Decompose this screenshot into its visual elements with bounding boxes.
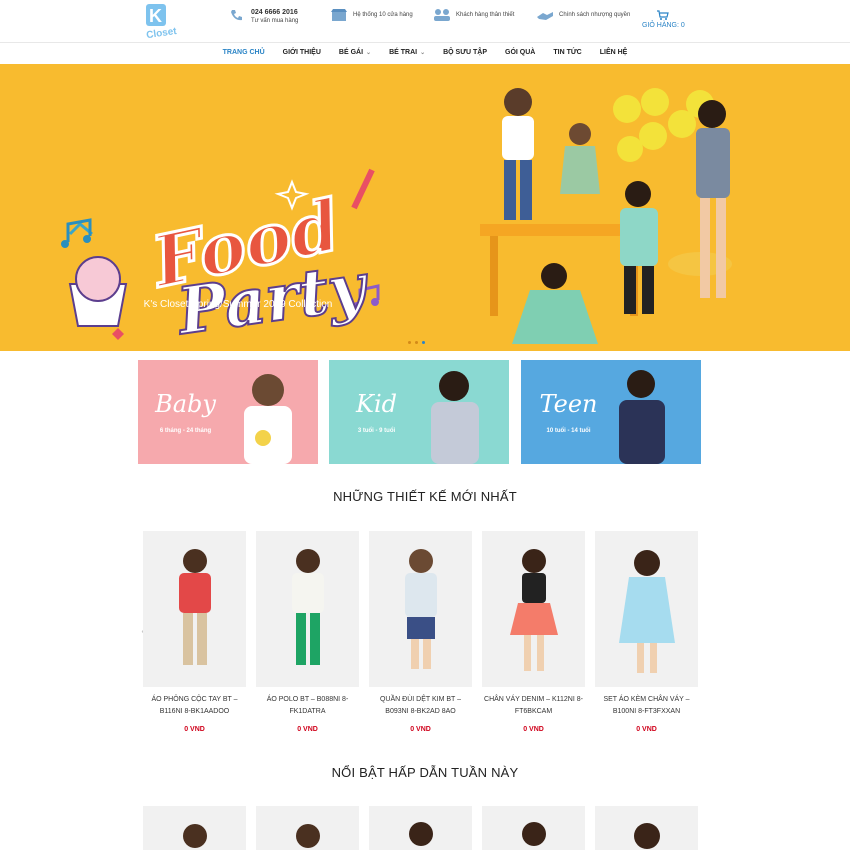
category-teen-age: 10 tuổi - 14 tuổi xyxy=(546,428,591,434)
slider-dot[interactable] xyxy=(408,341,411,344)
customers-block[interactable]: Khách hàng thân thiết xyxy=(433,8,514,22)
nav-item-boys[interactable]: BÉ TRAI ⌄ xyxy=(380,43,434,64)
slider-dot[interactable] xyxy=(415,341,418,344)
slider-dots[interactable] xyxy=(408,341,425,344)
nav-item-about[interactable]: GIỚI THIỆU xyxy=(274,43,330,64)
product-image[interactable] xyxy=(595,531,698,687)
category-baby-name: Baby xyxy=(155,390,216,418)
product-card[interactable] xyxy=(369,806,472,850)
category-baby[interactable]: Baby 6 tháng - 24 tháng xyxy=(138,360,318,464)
handshake-icon xyxy=(537,12,553,20)
hotline-label: Tư vấn mua hàng xyxy=(251,18,299,24)
svg-text:Closet: Closet xyxy=(146,26,178,40)
hero-banner[interactable]: Food Party K's Closet Spring/Summer 2019… xyxy=(0,64,850,351)
store-icon xyxy=(331,9,347,21)
customers-label: Khách hàng thân thiết xyxy=(456,12,515,18)
product-image[interactable] xyxy=(256,531,359,687)
nav-item-girls[interactable]: BÉ GÁI ⌄ xyxy=(330,43,380,64)
product-card[interactable]: ÁO POLO BT – B088NI 8-FK1DATRA 0 VND xyxy=(256,531,359,733)
product-price: 0 VND xyxy=(636,726,657,733)
product-image[interactable] xyxy=(482,531,585,687)
product-card[interactable]: ÁO PHÔNG CỘC TAY BT – B116NI 8-BK1AADOO … xyxy=(143,531,246,733)
svg-text:K: K xyxy=(149,6,162,26)
chevron-down-icon: ⌄ xyxy=(366,50,372,56)
nav-item-home[interactable]: TRANG CHỦ xyxy=(214,43,274,64)
cart-count: 0 xyxy=(680,22,685,29)
hotline-phone: 024 6666 2016 xyxy=(251,9,298,16)
product-name[interactable]: SET ÁO KÈM CHÂN VÁY – B100NI 8-FT3FXXAN xyxy=(595,694,698,718)
nav-item-collection[interactable]: BỘ SƯU TẬP xyxy=(434,43,496,64)
stores-label: Hệ thống 10 cửa hàng xyxy=(353,12,413,18)
product-card[interactable]: QUẦN ĐÙI DỆT KIM BT – B093NI 8-BK2AD 8AO… xyxy=(369,531,472,733)
slider-dot-active[interactable] xyxy=(422,341,425,344)
product-card[interactable]: SET ÁO KÈM CHÂN VÁY – B100NI 8-FT3FXXAN … xyxy=(595,531,698,733)
product-name[interactable]: QUẦN ĐÙI DỆT KIM BT – B093NI 8-BK2AD 8AO xyxy=(369,694,472,718)
cart-icon xyxy=(657,10,670,20)
chevron-down-icon: ⌄ xyxy=(420,50,426,56)
main-nav: TRANG CHỦ GIỚI THIỆU BÉ GÁI ⌄ BÉ TRAI ⌄ BỘ… xyxy=(0,43,850,64)
category-kid-age: 3 tuổi - 9 tuổi xyxy=(357,428,396,434)
top-header: K Closet 024 6666 2016 Tư vấn mua hàng Hệ… xyxy=(0,0,850,42)
section-title-hot: NỔI BẬT HẤP DẪN TUẦN NÀY xyxy=(331,765,519,780)
category-teen[interactable]: Teen 10 tuổi - 14 tuổi xyxy=(521,360,701,464)
hero-artwork: Food Party K's Closet Spring/Summer 2019… xyxy=(0,64,850,351)
policy-block[interactable]: Chính sách nhượng quyền xyxy=(536,8,630,22)
product-card[interactable]: CHÂN VÁY DENIM – K112NI 8-FT6BKCAM 0 VND xyxy=(482,531,585,733)
product-image[interactable] xyxy=(369,531,472,687)
product-name[interactable]: ÁO PHÔNG CỘC TAY BT – B116NI 8-BK1AADOO xyxy=(143,694,246,718)
logo[interactable]: K Closet xyxy=(142,2,188,40)
product-image[interactable] xyxy=(482,806,585,850)
product-card[interactable] xyxy=(482,806,585,850)
product-image[interactable] xyxy=(369,806,472,850)
product-image[interactable] xyxy=(256,806,359,850)
nav-item-contact[interactable]: LIÊN HỆ xyxy=(591,43,637,64)
phone-icon xyxy=(231,10,242,21)
product-card[interactable] xyxy=(143,806,246,850)
product-name[interactable]: ÁO POLO BT – B088NI 8-FK1DATRA xyxy=(256,694,359,718)
category-teen-name: Teen xyxy=(539,390,598,418)
users-icon xyxy=(434,9,450,21)
product-image[interactable] xyxy=(143,531,246,687)
product-image[interactable] xyxy=(143,806,246,850)
product-name[interactable]: CHÂN VÁY DENIM – K112NI 8-FT6BKCAM xyxy=(482,694,585,718)
hotline-block[interactable]: 024 6666 2016 Tư vấn mua hàng xyxy=(228,8,298,26)
category-kid-name: Kid xyxy=(356,390,397,418)
category-baby-age: 6 tháng - 24 tháng xyxy=(159,428,212,434)
product-price: 0 VND xyxy=(297,726,318,733)
product-price: 0 VND xyxy=(410,726,431,733)
hero-subtitle: K's Closet Spring/Summer 2019 Collection xyxy=(144,299,333,310)
policy-label: Chính sách nhượng quyền xyxy=(559,12,631,18)
stores-block[interactable]: Hệ thống 10 cửa hàng xyxy=(330,8,413,22)
category-kid[interactable]: Kid 3 tuổi - 9 tuổi xyxy=(329,360,509,464)
nav-item-gifts[interactable]: GÓI QUÀ xyxy=(496,43,544,64)
product-image[interactable] xyxy=(595,806,698,850)
product-price: 0 VND xyxy=(184,726,205,733)
cart-label: GIỎ HÀNG: xyxy=(642,22,679,29)
product-card[interactable] xyxy=(256,806,359,850)
product-price: 0 VND xyxy=(523,726,544,733)
cart-button[interactable]: GIỎ HÀNG: 0 xyxy=(642,10,685,29)
product-card[interactable] xyxy=(595,806,698,850)
section-title-new: NHỮNG THIẾT KẾ MỚI NHẤT xyxy=(333,489,517,504)
nav-item-news[interactable]: TIN TỨC xyxy=(544,43,590,64)
